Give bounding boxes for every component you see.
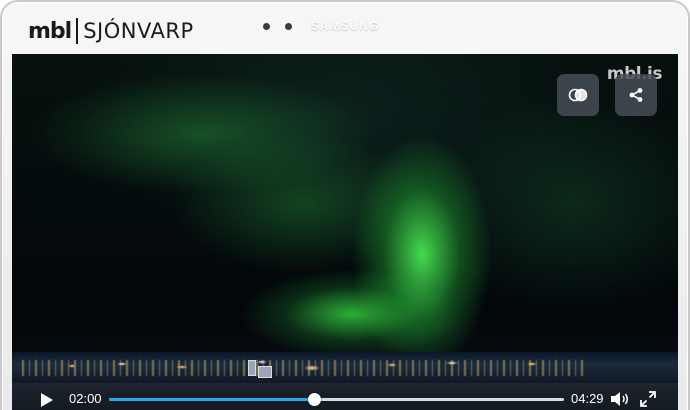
share-button[interactable] [615,74,657,116]
logo-sjonvarp-text: SJÓNVARP [83,19,194,43]
play-icon[interactable] [40,393,54,407]
overlap-circles-icon [568,88,588,102]
video-player[interactable]: mbl.is 02:00 04:29 [12,54,678,410]
logo-divider [76,18,79,44]
logo-mbl-text: mbl [28,18,72,44]
volume-icon[interactable] [610,391,630,407]
device-brand-label: SAMSUNG [311,19,380,33]
fullscreen-icon[interactable] [640,391,656,407]
building [258,366,272,378]
seek-handle[interactable] [307,393,321,406]
player-control-bar: 02:00 04:29 [12,383,678,410]
city-lights-strip [22,360,588,376]
current-time: 02:00 [69,391,102,406]
sensor-dot [285,23,292,30]
overlap-button[interactable] [557,74,599,116]
camera-dot [263,23,270,30]
building [248,360,256,376]
seek-bar[interactable] [109,393,564,406]
share-icon [629,88,643,102]
total-time: 04:29 [571,391,604,406]
seek-progress [109,398,314,401]
site-logo[interactable]: mbl SJÓNVARP [28,16,194,46]
